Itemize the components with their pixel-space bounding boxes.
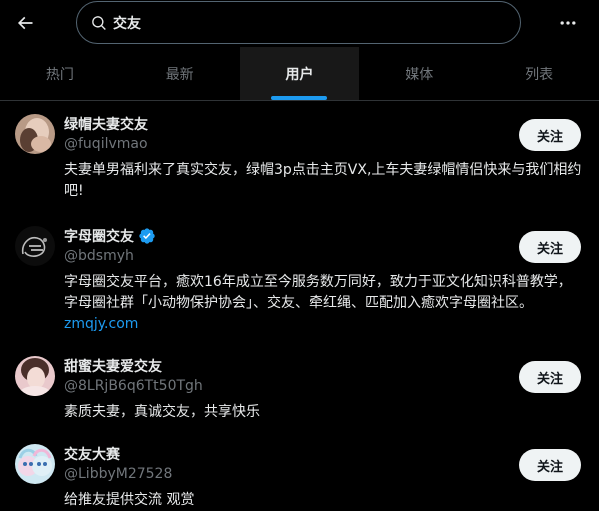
tab-people[interactable]: 用户 [239,47,360,100]
user-cell[interactable]: 绿帽夫妻交友 @fuqilvmao 夫妻单男福利来了真实交友，绿帽3p点击主页V… [0,101,599,213]
user-display-name[interactable]: 甜蜜夫妻爱交友 [64,356,162,376]
user-handle: @LibbyM27528 [64,466,173,482]
follow-button[interactable]: 关注 [519,231,581,263]
tab-label: 列表 [525,66,554,83]
user-handle: @8LRjB6q6Tt50Tgh [64,378,203,394]
user-bio-text: 字母圈交友平台，癒欢16年成立至今服务数万同好，致力于亚文化知识科普教学，字母圈… [64,274,572,311]
user-bio: 素质夫妻，真诚交友，共享快乐 [64,404,260,420]
follow-button[interactable]: 关注 [519,449,581,481]
more-dots-icon [560,21,576,25]
follow-button[interactable]: 关注 [519,361,581,393]
user-bio: 给推友提供交流 观赏 [64,492,195,508]
search-input[interactable] [113,14,520,31]
avatar[interactable] [15,444,55,484]
avatar[interactable] [15,356,55,396]
search-tabs: 热门 最新 用户 媒体 列表 [0,47,599,101]
user-bio: 夫妻单男福利来了真实交友，绿帽3p点击主页VX,上车夫妻绿帽情侣快来与我们相约吧… [64,162,582,199]
back-button[interactable] [8,6,42,40]
user-handle: @bdsmyh [64,248,134,264]
tab-label: 媒体 [405,66,434,83]
tab-label: 最新 [165,66,194,83]
tab-label: 用户 [285,66,314,83]
avatar[interactable] [15,114,55,154]
active-tab-indicator [271,96,328,100]
user-display-name[interactable]: 交友大赛 [64,444,120,464]
user-handle: @fuqilvmao [64,136,148,152]
user-cell[interactable]: 交友大赛 @LibbyM27528 给推友提供交流 观赏 关注 [0,431,599,511]
user-results-list: 绿帽夫妻交友 @fuqilvmao 夫妻单男福利来了真实交友，绿帽3p点击主页V… [0,101,599,511]
search-icon [91,15,107,31]
user-display-name[interactable]: 绿帽夫妻交友 [64,114,148,134]
tab-label: 热门 [45,66,74,83]
back-arrow-icon [17,16,33,30]
top-bar [0,0,599,47]
search-box[interactable] [76,1,521,44]
tab-top[interactable]: 热门 [0,47,120,100]
user-cell[interactable]: 甜蜜夫妻爱交友 @8LRjB6q6Tt50Tgh 素质夫妻，真诚交友，共享快乐 … [0,343,599,431]
user-display-name[interactable]: 字母圈交友 [64,226,134,246]
more-button[interactable] [553,6,583,40]
bio-link[interactable]: zmqjy.com [64,316,138,332]
user-cell[interactable]: 字母圈交友 @bdsmyh 字母圈交友平台，癒欢16年成立至今服务数万同好，致力… [0,213,599,343]
follow-button[interactable]: 关注 [519,119,581,151]
avatar[interactable] [15,226,55,266]
tab-media[interactable]: 媒体 [359,47,479,100]
tab-latest[interactable]: 最新 [120,47,240,100]
verified-badge-icon [138,227,156,245]
tab-lists[interactable]: 列表 [479,47,599,100]
user-bio: 字母圈交友平台，癒欢16年成立至今服务数万同好，致力于亚文化知识科普教学，字母圈… [64,272,583,335]
